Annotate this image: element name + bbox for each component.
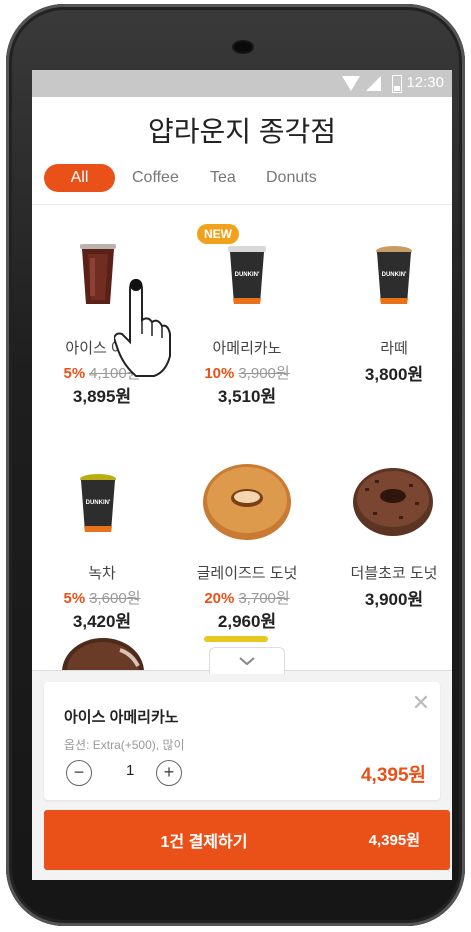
tab-donuts[interactable]: Donuts bbox=[266, 164, 317, 192]
choco-donut-partial-image bbox=[62, 638, 144, 672]
speaker bbox=[232, 40, 254, 54]
latte-image[interactable]: DUNKIN' bbox=[375, 246, 413, 306]
glazed-donut-image[interactable] bbox=[202, 462, 292, 542]
status-time: 12:30 bbox=[406, 74, 444, 91]
status-bar: 12:30 bbox=[32, 70, 452, 97]
product-name: 글레이즈드 도넛 bbox=[196, 565, 298, 582]
discount-rate: 10% bbox=[204, 365, 235, 382]
discount-rate: 20% bbox=[204, 590, 235, 607]
tab-tea[interactable]: Tea bbox=[210, 164, 236, 192]
product-discount-row: 5% 3,600원 bbox=[32, 587, 172, 608]
wifi-icon bbox=[342, 76, 360, 91]
product-price: 3,420원 bbox=[72, 612, 132, 631]
product-discount-row: 10% 3,900원 bbox=[177, 362, 317, 383]
double-choco-donut-image[interactable] bbox=[351, 462, 435, 540]
pay-button-label: 1건 결제하기 bbox=[160, 834, 248, 851]
original-price: 3,600원 bbox=[89, 590, 141, 607]
new-badge: NEW bbox=[197, 224, 239, 244]
hand-pointer-icon bbox=[114, 278, 171, 377]
discount-rate: 5% bbox=[63, 590, 86, 607]
signal-icon bbox=[366, 76, 381, 91]
minus-icon[interactable]: − bbox=[66, 760, 92, 786]
cart-item-price: 4,395원 bbox=[360, 765, 426, 786]
product-price: 3,895원 bbox=[72, 387, 132, 406]
plus-icon[interactable]: + bbox=[156, 760, 182, 786]
svg-text:DUNKIN': DUNKIN' bbox=[382, 272, 407, 278]
discount-rate: 5% bbox=[63, 365, 86, 382]
cart-item-name: 아이스 아메리카노 bbox=[64, 709, 179, 726]
product-price: 3,900원 bbox=[364, 590, 424, 609]
pay-button[interactable]: 1건 결제하기 4,395원 bbox=[44, 810, 450, 870]
collapse-panel-button[interactable] bbox=[209, 647, 285, 674]
product-name: 녹차 bbox=[88, 565, 116, 582]
americano-image[interactable]: DUNKIN' bbox=[228, 246, 266, 306]
original-price: 3,900원 bbox=[238, 365, 290, 382]
iced-americano-image[interactable] bbox=[78, 240, 118, 306]
chevron-down-icon bbox=[239, 657, 255, 666]
cup-partial-image bbox=[204, 636, 268, 642]
product-discount-row: 20% 3,700원 bbox=[177, 587, 317, 608]
cart-item-options: 옵션: Extra(+500), 많이 bbox=[64, 738, 185, 752]
pay-total: 4,395원 bbox=[368, 832, 420, 849]
green-tea-image[interactable]: DUNKIN' bbox=[79, 474, 117, 534]
quantity-value: 1 bbox=[126, 762, 135, 779]
battery-icon bbox=[392, 75, 402, 93]
tab-coffee[interactable]: Coffee bbox=[132, 164, 179, 192]
product-name: 라떼 bbox=[380, 340, 408, 357]
tab-all[interactable]: All bbox=[44, 164, 115, 192]
product-name: 더블초코 도넛 bbox=[350, 565, 438, 582]
product-name: 아메리카노 bbox=[212, 340, 282, 357]
category-tabs: All Coffee Tea Donuts bbox=[32, 164, 452, 205]
product-price: 3,800원 bbox=[364, 365, 424, 384]
product-price: 2,960원 bbox=[217, 612, 277, 631]
product-price: 3,510원 bbox=[217, 387, 277, 406]
page-title: 얍라운지 종각점 bbox=[147, 116, 337, 147]
cart-item-card: 아이스 아메리카노 옵션: Extra(+500), 많이 ✕ − 1 + 4,… bbox=[44, 682, 440, 800]
close-icon[interactable]: ✕ bbox=[408, 690, 434, 716]
svg-text:DUNKIN': DUNKIN' bbox=[235, 272, 260, 278]
svg-text:DUNKIN': DUNKIN' bbox=[86, 500, 111, 506]
phone-frame: 12:30 얍라운지 종각점 All Coffee Tea Donuts NEW… bbox=[6, 4, 465, 926]
original-price: 3,700원 bbox=[238, 590, 290, 607]
app-screen: 12:30 얍라운지 종각점 All Coffee Tea Donuts NEW… bbox=[32, 70, 452, 880]
